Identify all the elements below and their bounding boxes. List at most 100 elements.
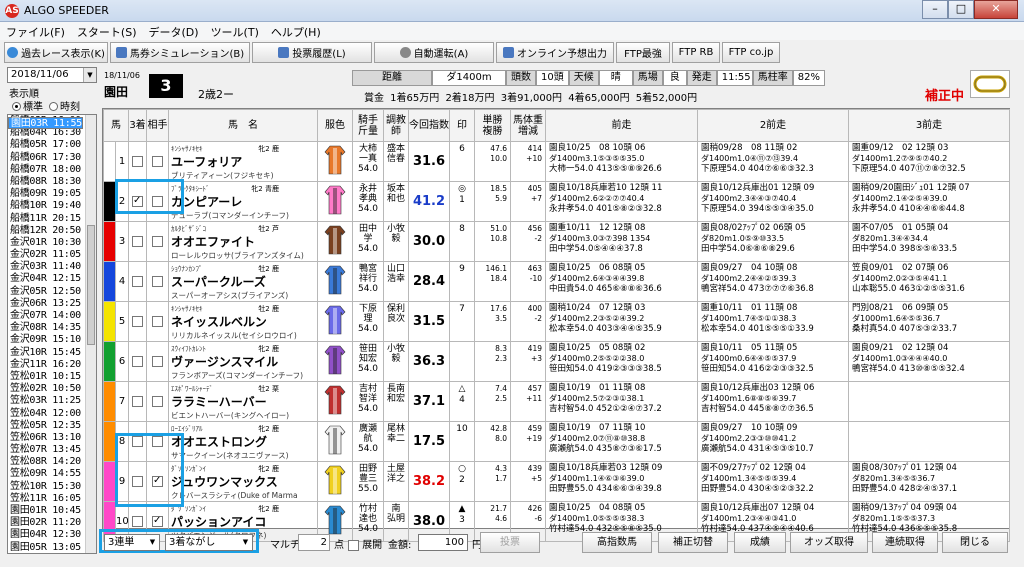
prev-race-1[interactable]: 園良10/25 05 08頭 02 ダ1400m0.2⑤⑤②②38.0 笹田知54.… (545, 341, 698, 382)
race-list-item[interactable]: 笠松01R 10:15 (8, 371, 96, 383)
horse-row[interactable]: 8 ﾛｰｴｲｼﾞﾘｱﾙ 牝2 鹿 オオエストロング サマークイーン(ネオユニヴァ… (103, 421, 1010, 462)
prev-race-1[interactable]: 園良10/25 06 08頭 05 ダ1400m2.6④③④④39.8 中田貴54.… (545, 261, 698, 302)
close-button[interactable]: ✕ (974, 0, 1018, 19)
race-list-item[interactable]: 金沢03R 11:40 (8, 261, 96, 273)
ticket-sim-button[interactable]: 馬券シミュレーション(B) (110, 42, 250, 63)
prev-race-1[interactable]: 園重10/11 12 12頭 08 ダ1400m3.0③⑦398 1354 田中学5… (545, 221, 698, 262)
race-list-item[interactable]: 金沢10R 15:45 (8, 347, 96, 359)
minimize-button[interactable]: – (922, 0, 948, 19)
third-checkbox[interactable] (128, 261, 147, 302)
race-list-item[interactable]: 船橋05R 17:00 (8, 139, 96, 151)
bet-type-select[interactable]: 3連単 ▼ (104, 534, 160, 551)
prev-race-3[interactable]: 門別08/21 06 09頭 05 ダ1000m1.6④⑤⑤36.7 桑村真54.0… (848, 301, 1010, 342)
order-time-radio[interactable]: 時刻 (49, 98, 80, 113)
order-standard-radio[interactable]: 標準 (12, 98, 43, 113)
prev-race-2[interactable]: 園良10/11 05 11頭 05 ダ1400m0.6④④⑤⑤37.9 笹田知54.… (697, 341, 849, 382)
race-list-item[interactable]: 笠松07R 13:45 (8, 444, 96, 456)
prev-race-3[interactable]: 笠良09/01 02 07頭 06 ダ1400m2.0②③⑤④41.1 山本聡55.… (848, 261, 1010, 302)
race-list-item[interactable]: 笠松11R 16:05 (8, 493, 96, 505)
race-list-item[interactable]: 船橋12R 20:50 (8, 225, 96, 237)
horse-name-cell[interactable]: ｷﾝｼｬｻﾉｷｾｷ 牡2 鹿 ネイッスルベルン リリカルネイッスル(セイシロウロ… (168, 301, 318, 342)
tenkai-checkbox[interactable]: 展開 (348, 536, 382, 551)
prev-race-2[interactable]: 園良10/12兵庫出03 12頭 06 ダ1400m1.6⑧⑧⑤⑥39.7 吉村智5… (697, 381, 849, 422)
race-list-item[interactable]: 金沢08R 14:35 (8, 322, 96, 334)
chevron-down-icon[interactable]: ▼ (83, 68, 96, 82)
race-list-item[interactable]: 金沢05R 12:50 (8, 286, 96, 298)
partner-checkbox[interactable] (146, 261, 169, 302)
prev-race-2[interactable]: 園稍09/28 08 11頭 02 ダ1400m1.0④⑪⑦⑬39.4 下原理54.… (697, 141, 849, 182)
partner-checkbox[interactable] (146, 141, 169, 182)
prev-race-1[interactable]: 園良10/25 08 10頭 06 ダ1400m3.1⑤③⑤⑤35.0 大柿一54.… (545, 141, 698, 182)
race-list-item[interactable]: 金沢07R 14:00 (8, 310, 96, 322)
horse-row[interactable]: 2 ﾌﾞﾗｯｸﾀｷｼｰﾄﾞ 牝2 青鹿 カンピアーレ デューラブ(コマンダーイン… (103, 181, 1010, 222)
horse-row[interactable]: 4 ｼｮｳﾅﾝｶﾝﾌﾟ 牡2 鹿 スーパークルーズ スーパーオーアシス(ブライア… (103, 261, 1010, 302)
race-list-item[interactable]: 園田05R 13:05 (8, 542, 96, 553)
menu-tools[interactable]: ツール(T) (205, 22, 265, 40)
race-list-item[interactable]: 金沢01R 10:30 (8, 237, 96, 249)
high-index-button[interactable]: 高指数馬 (582, 532, 652, 553)
race-list-item[interactable]: 笠松02R 10:50 (8, 383, 96, 395)
prev-race-3[interactable]: 園良08/30ｱｯﾌﾟ01 12頭 04 ダ820m1.3④⑤⑤36.7 田野豊54… (848, 461, 1010, 502)
race-list-item[interactable]: 船橋10R 19:40 (8, 200, 96, 212)
horse-name-cell[interactable]: ｷﾝｼｬｻﾉｷｾｷ 牝2 鹿 ユーフォリア ブリティアィーン(フジキセキ) (168, 141, 318, 182)
maximize-button[interactable]: □ (948, 0, 974, 19)
prev-race-2[interactable]: 園良09/27 10 10頭 09 ダ1400m2.2③③⑩⑩41.2 廣瀬航54.… (697, 421, 849, 462)
vote-button[interactable]: 投票 (480, 532, 540, 553)
horse-row[interactable]: 7 ｴｽﾎﾟﾜｰﾙｼｬｰﾃﾞ 牡2 栗 ララミーハーバー ビエントハーバー(キン… (103, 381, 1010, 422)
horse-name-cell[interactable]: ｴｽﾎﾟﾜｰﾙｼｬｰﾃﾞ 牡2 栗 ララミーハーバー ビエントハーバー(キングヘ… (168, 381, 318, 422)
race-list-item[interactable]: 金沢09R 15:10 (8, 334, 96, 346)
auto-run-button[interactable]: 自動運転(A) (374, 42, 494, 63)
horse-row[interactable]: 3 ｶﾙﾀﾋﾞｻﾞｼﾞｺ 牡2 芦 オオエファイト ローレルウロッサ(ブライアン… (103, 221, 1010, 262)
race-list-item[interactable]: 金沢04R 12:15 (8, 273, 96, 285)
race-list-item[interactable]: 園田03R 11:55 (8, 117, 83, 130)
horse-name-cell[interactable]: ｽｳｨｲﾌﾄｶﾚﾝﾄ 牝2 鹿 ヴァージンスマイル フランボアーズ(コマンダーイ… (168, 341, 318, 382)
race-list-item[interactable]: 園田01R 10:45 (8, 505, 96, 517)
race-list-item[interactable]: 金沢06R 13:25 (8, 298, 96, 310)
horse-row[interactable]: 9 ﾀﾞｿﾞｿﾝｶﾞﾝｲ 牝2 鹿 ジュウワンマックス クレバースラシティ(Du… (103, 461, 1010, 502)
race-list-item[interactable]: 金沢02R 11:05 (8, 249, 96, 261)
partner-checkbox[interactable] (146, 381, 169, 422)
prev-race-2[interactable]: 園良09/27 04 10頭 08 ダ1400m2.2④④②⑤39.3 鴨宮祥54.… (697, 261, 849, 302)
race-list-item[interactable]: 笠松10R 15:30 (8, 481, 96, 493)
prev-race-2[interactable]: 園良10/12兵庫出01 12頭 09 ダ1400m2.3④④③⑦40.4 下原理5… (697, 181, 849, 222)
menu-file[interactable]: ファイル(F) (0, 22, 71, 40)
ftp-saikyo-button[interactable]: FTP最強 (616, 42, 670, 63)
third-checkbox[interactable] (128, 301, 147, 342)
partner-checkbox[interactable] (146, 301, 169, 342)
race-list-item[interactable]: 笠松09R 14:55 (8, 468, 96, 480)
menu-data[interactable]: データ(D) (143, 22, 205, 40)
race-list-item[interactable]: 船橋06R 17:30 (8, 152, 96, 164)
race-list[interactable]: 船橋03R 16:00船橋04R 16:30船橋05R 17:00船橋06R 1… (7, 114, 97, 554)
prev-race-2[interactable]: 園重10/11 01 11頭 08 ダ1400m1.7④⑤①①38.3 松本幸54.… (697, 301, 849, 342)
partner-checkbox[interactable] (146, 341, 169, 382)
results-button[interactable]: 成績 (734, 532, 786, 553)
horse-name-cell[interactable]: ﾀﾞｿﾞｿﾝｶﾞﾝｲ 牝2 鹿 ジュウワンマックス クレバースラシティ(Duke… (168, 461, 318, 502)
prev-race-3[interactable]: 園良09/21 02 12頭 04 ダ1400m1.0③④④④40.0 鴨宮祥54.… (848, 341, 1010, 382)
third-checkbox[interactable] (128, 381, 147, 422)
amount-input[interactable]: 100 (418, 534, 468, 551)
race-list-item[interactable]: 笠松04R 12:00 (8, 408, 96, 420)
prev-race-3[interactable] (848, 421, 1010, 462)
scrollbar-thumb[interactable] (87, 225, 95, 345)
menu-start[interactable]: スタート(S) (71, 22, 143, 40)
horse-name-cell[interactable]: ﾌﾞﾗｯｸﾀｷｼｰﾄﾞ 牝2 青鹿 カンピアーレ デューラブ(コマンダーインチー… (168, 181, 318, 222)
prev-race-1[interactable]: 園良10/18兵庫若03 12頭 09 ダ1400m1.1④⑥③⑥39.0 田野豊5… (545, 461, 698, 502)
ftp-rb-button[interactable]: FTP RB (672, 42, 720, 63)
horse-name-cell[interactable]: ｶﾙﾀﾋﾞｻﾞｼﾞｺ 牡2 芦 オオエファイト ローレルウロッサ(ブライアンズタ… (168, 221, 318, 262)
bet-method-select[interactable]: 3着ながし ▼ (165, 534, 253, 551)
horse-row[interactable]: 1 ｷﾝｼｬｻﾉｷｾｷ 牝2 鹿 ユーフォリア ブリティアィーン(フジキセキ) … (103, 141, 1010, 182)
prev-race-3[interactable]: 園重09/12 02 12頭 03 ダ1400m1.2⑦⑨⑤⑦40.2 下原理54.… (848, 141, 1010, 182)
horse-name-cell[interactable]: ｼｮｳﾅﾝｶﾝﾌﾟ 牡2 鹿 スーパークルーズ スーパーオーアシス(ブライアンズ… (168, 261, 318, 302)
menu-help[interactable]: ヘルプ(H) (265, 22, 327, 40)
prev-race-1[interactable]: 園良10/18兵庫若10 12頭 11 ダ1400m2.6②②⑦⑦40.4 永井孝5… (545, 181, 698, 222)
odds-fetch-button[interactable]: オッズ取得 (790, 532, 868, 553)
third-checkbox[interactable] (128, 221, 147, 262)
ftp-cojp-button[interactable]: FTP co.jp (722, 42, 780, 63)
horse-row[interactable]: 6 ｽｳｨｲﾌﾄｶﾚﾝﾄ 牝2 鹿 ヴァージンスマイル フランボアーズ(コマンダ… (103, 341, 1010, 382)
past-race-button[interactable]: 過去レース表示(K) (4, 42, 108, 63)
race-list-item[interactable]: 園田02R 11:20 (8, 517, 96, 529)
race-list-scrollbar[interactable] (85, 115, 96, 553)
horse-row[interactable]: 5 ｷﾝｼｬｻﾉｷｾｷ 牡2 鹿 ネイッスルベルン リリカルネイッスル(セイシロ… (103, 301, 1010, 342)
race-list-item[interactable]: 笠松08R 14:20 (8, 456, 96, 468)
race-list-item[interactable]: 船橋07R 18:00 (8, 164, 96, 176)
